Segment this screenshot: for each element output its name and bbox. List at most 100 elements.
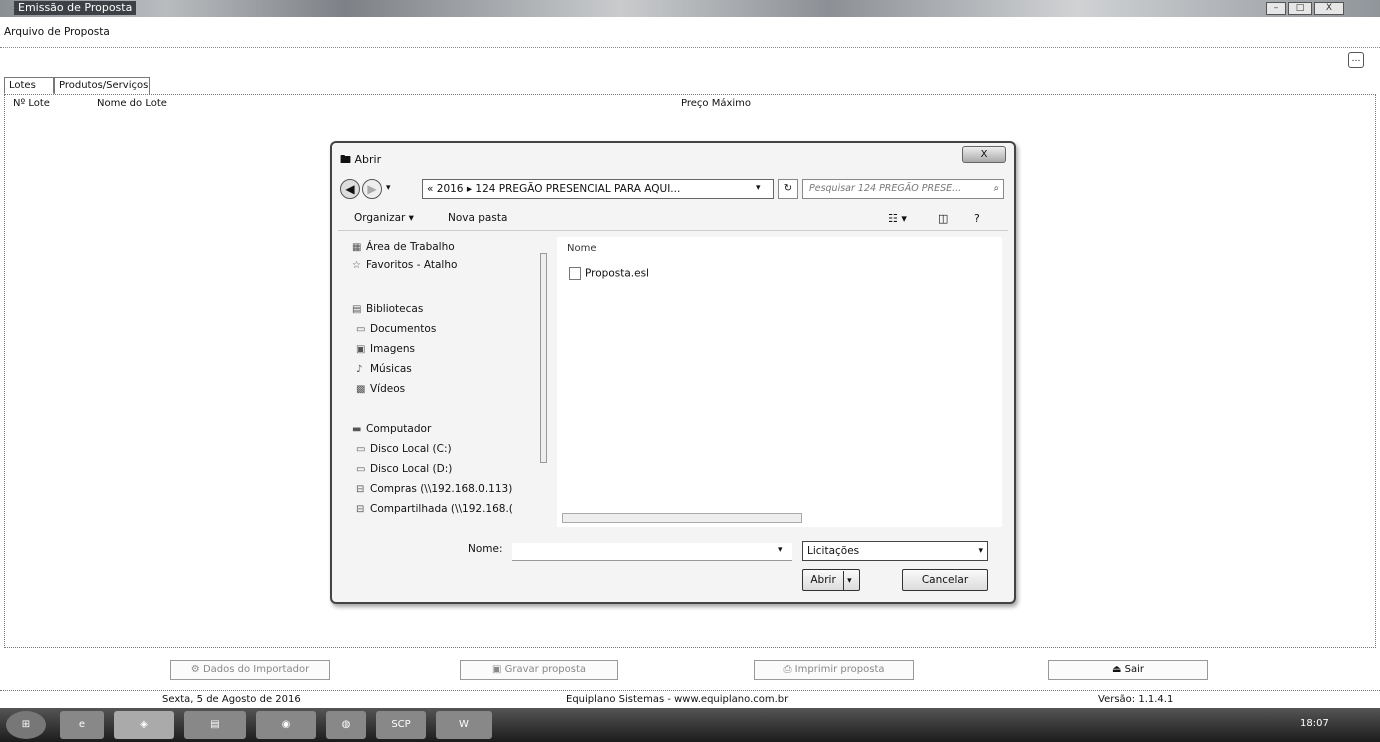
nav-label: Favoritos - Atalho [366,259,458,271]
maximize-button[interactable]: □ [1288,2,1312,15]
file-icon [569,267,581,280]
nav-pane-scrollbar[interactable] [540,253,547,463]
help-icon[interactable]: ? [974,212,980,225]
nav-item-music[interactable]: ♪ Músicas [356,363,412,375]
network-drive-icon: ⊟ [356,484,365,495]
nav-label: Área de Trabalho [366,241,455,253]
print-icon: ⎙ [783,664,795,675]
filetype-value: Licitações [807,545,860,557]
importer-icon: ⚙ [190,664,203,675]
minimize-button[interactable]: – [1266,2,1286,15]
new-folder-button[interactable]: Nova pasta [448,212,507,224]
desktop-icon: ▦ [352,242,362,253]
options-icon[interactable]: … [1348,52,1364,68]
nav-item-compras[interactable]: ⊟ Compras (\\192.168.0.113) [356,483,512,495]
open-label: Abrir [810,574,836,586]
taskbar-word-icon[interactable]: W [436,711,492,739]
nav-item-disk-c[interactable]: ▭ Disco Local (C:) [356,443,452,455]
app-window: Emissão de Proposta – □ X Arquivo de Pro… [0,0,1380,742]
nav-label: Computador [366,423,432,435]
status-version: Versão: 1.1.4.1 [1098,694,1174,705]
status-company: Equiplano Sistemas - www.equiplano.com.b… [566,694,789,705]
print-label: Imprimir proposta [794,664,885,675]
back-icon[interactable]: ◀ [340,179,360,199]
preview-pane-icon[interactable]: ◫ [938,212,948,225]
nav-label: Disco Local (D:) [370,463,453,475]
nav-item-favorites[interactable]: ☆ Favoritos - Atalho [352,259,457,271]
filename-dropdown-icon[interactable]: ▾ [778,545,783,555]
menu-item-file[interactable]: Arquivo de Proposta [4,26,110,38]
taskbar-folder-icon[interactable]: ▤ [184,711,246,739]
dialog-toolbar: Organizar ▾ Nova pasta ☷ ▾ ◫ ? [338,209,1008,231]
dialog-title-text: Abrir [354,153,382,166]
view-options-icon[interactable]: ☷ ▾ [888,212,907,225]
save-icon: ▣ [491,664,505,675]
disk-icon: ▭ [356,444,366,455]
address-dropdown-icon[interactable]: ▾ [756,183,761,193]
taskbar-app2-icon[interactable]: ◍ [326,711,366,739]
refresh-icon[interactable]: ↻ [778,179,798,199]
nav-label: Compras (\\192.168.0.113) [370,483,513,495]
file-item[interactable]: Proposta.esl [569,267,649,280]
taskbar-browser-icon[interactable]: e [60,711,104,739]
nav-item-images[interactable]: ▣ Imagens [356,343,415,355]
column-header-max-price[interactable]: Preço Máximo [681,98,751,109]
search-input[interactable]: Pesquisar 124 PREGÃO PRESE... ⌕ [802,179,1004,199]
exit-button[interactable]: ⏏ Sair [1048,660,1208,680]
file-name: Proposta.esl [585,267,649,280]
file-list: Nome Proposta.esl [557,237,1002,527]
save-proposal-button[interactable]: ▣ Gravar proposta [460,660,618,680]
column-header-lot-number[interactable]: Nº Lote [13,98,50,109]
music-icon: ♪ [356,364,363,375]
tab-produtos-servicos[interactable]: Produtos/Serviços [54,77,150,94]
action-bar: ⚙ Dados do Importador ▣ Gravar proposta … [0,650,1380,690]
window-title: Emissão de Proposta [14,1,137,15]
nav-label: Documentos [370,323,437,335]
taskbar-clock: 18:07 [1300,718,1329,729]
taskbar-media-icon[interactable]: ◉ [256,711,316,739]
column-header-lot-name[interactable]: Nome do Lote [97,98,167,109]
nav-item-desktop[interactable]: ▦ Área de Trabalho [352,241,455,253]
address-path: « 2016 ▸ 124 PREGÃO PRESENCIAL PARA AQUI… [427,183,681,195]
nav-item-documents[interactable]: ▭ Documentos [356,323,436,335]
taskbar: ⊞ e ◈ ▤ ◉ ◍ SCP W 18:07 [0,708,1380,742]
file-list-scrollbar[interactable] [562,513,802,523]
start-icon[interactable]: ⊞ [6,711,46,739]
search-placeholder: Pesquisar 124 PREGÃO PRESE... [809,183,962,194]
organize-menu[interactable]: Organizar ▾ [354,212,414,224]
computer-icon: ▬ [352,424,362,435]
document-icon: ▭ [356,324,366,335]
image-icon: ▣ [356,344,366,355]
print-proposal-button[interactable]: ⎙ Imprimir proposta [754,660,914,680]
chevron-down-icon: ▾ [978,546,983,556]
cancel-button[interactable]: Cancelar [902,569,988,591]
dialog-close-button[interactable]: X [962,146,1006,163]
network-drive-icon: ⊟ [356,504,365,515]
open-button[interactable]: Abrir ▾ [802,569,860,591]
address-bar[interactable]: « 2016 ▸ 124 PREGÃO PRESENCIAL PARA AQUI… [422,179,774,199]
taskbar-app-icon[interactable]: ◈ [114,711,174,739]
nav-label: Compartilhada (\\192.168.( [370,503,513,515]
nav-label: Vídeos [370,383,406,395]
nav-item-disk-d[interactable]: ▭ Disco Local (D:) [356,463,452,475]
history-chevron-icon[interactable]: ▾ [386,183,391,193]
nav-item-computer[interactable]: ▬ Computador [352,423,431,435]
dialog-title: 🖿 Abrir [340,151,381,170]
nav-item-libraries[interactable]: ▤ Bibliotecas [352,303,423,315]
open-dropdown-icon[interactable]: ▾ [843,571,852,591]
nav-item-videos[interactable]: ▩ Vídeos [356,383,405,395]
filetype-select[interactable]: Licitações ▾ [802,541,988,561]
filename-input[interactable] [512,543,792,561]
status-date: Sexta, 5 de Agosto de 2016 [162,694,301,705]
importer-data-button[interactable]: ⚙ Dados do Importador [170,660,330,680]
nav-item-compartilhada[interactable]: ⊟ Compartilhada (\\192.168.( [356,503,513,515]
video-icon: ▩ [356,384,366,395]
column-header-name[interactable]: Nome [567,243,597,254]
tab-lotes[interactable]: Lotes [4,77,54,94]
nav-label: Bibliotecas [366,303,424,315]
save-label: Gravar proposta [504,664,587,675]
search-icon: ⌕ [993,183,999,194]
forward-icon[interactable]: ▶ [362,179,382,199]
taskbar-scp-icon[interactable]: SCP [376,711,426,739]
close-button[interactable]: X [1314,2,1344,15]
